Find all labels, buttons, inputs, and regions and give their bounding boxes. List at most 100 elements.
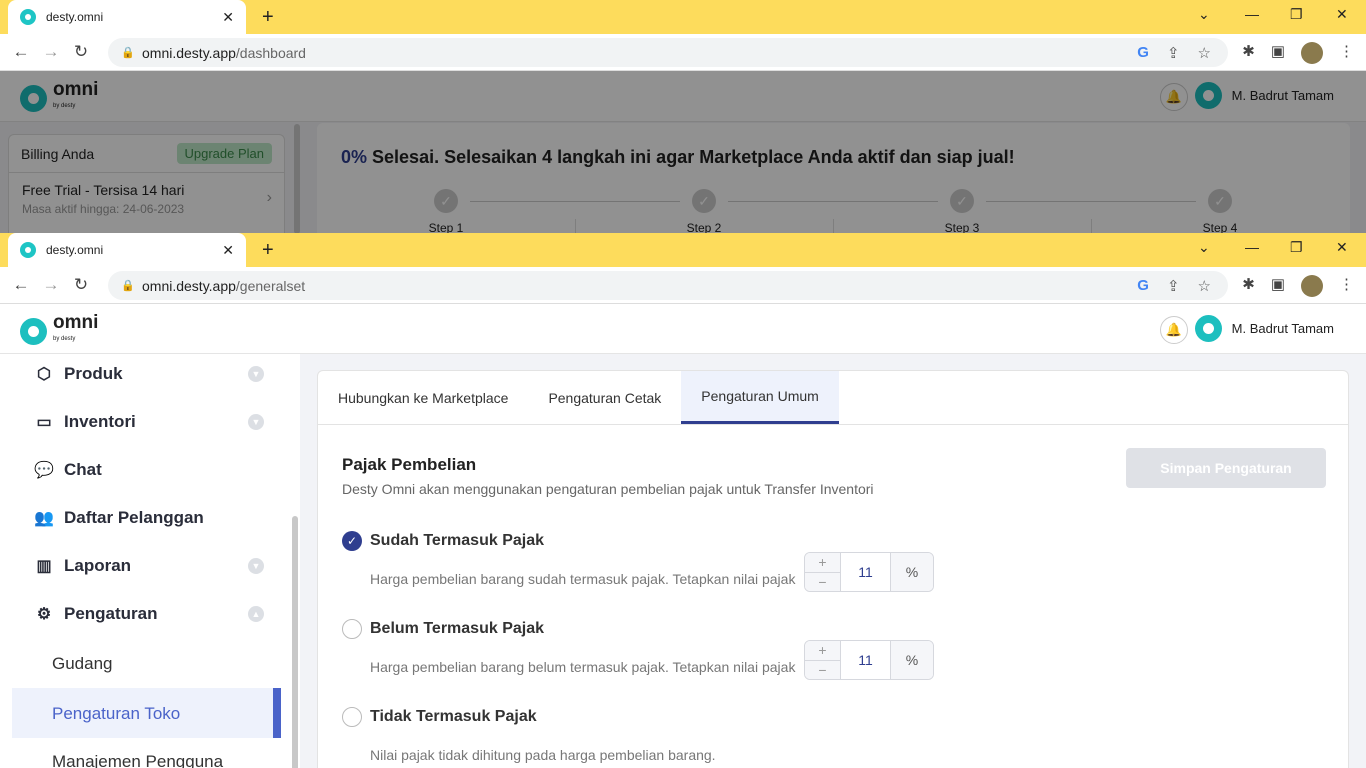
increment-button[interactable]: + [805,641,840,661]
sidebar: ⬡ Produk ▼ ▭ Inventori ▼ 💬 Chat 👥 Daftar Pelan… [0,354,300,768]
sidebar-label: Produk [64,364,123,383]
address-bar-row: ← → ↻ 🔒 omni.desty.app/dashboard G ⇪ ☆ ✱ ▣ ⋮ [0,34,1366,71]
lock-icon: 🔒 [121,47,135,59]
profile-avatar[interactable] [1301,275,1323,297]
tax-option-description: Harga pembelian barang belum termasuk pa… [370,659,796,675]
share-icon[interactable]: ⇪ [1167,44,1180,62]
url-path: /generalset [235,277,306,294]
forward-icon[interactable]: → [36,275,66,295]
sidebar-item-laporan[interactable]: ▥ Laporan ▼ [34,556,264,576]
tax-rate-stepper: + − 11 % [804,552,934,592]
tab-title: desty.omni [46,10,104,24]
google-icon[interactable]: G [1137,44,1149,61]
bar-chart-icon: ▥ [36,558,52,575]
tax-option-description: Harga pembelian barang sudah termasuk pa… [370,571,796,587]
new-tab-button[interactable]: + [262,6,274,29]
menu-icon[interactable]: ⋮ [1339,42,1354,64]
logo-sub: by desty [53,336,76,342]
restore-button[interactable]: ❐ [1290,239,1303,256]
sidebar-subitem-manajemen-pengguna[interactable]: Manajemen Pengguna [52,752,223,768]
logo-text: omni [53,312,99,333]
sidebar-label: Chat [64,460,102,479]
bell-icon[interactable]: 🔔 [1160,316,1188,344]
minimize-button[interactable]: — [1245,239,1259,255]
favicon-icon [20,9,36,25]
front-browser-window: desty.omni ✕ + ⌄ — ❐ ✕ ← → ↻ 🔒 omni.desty.… [0,233,1366,768]
tax-rate-input[interactable]: 11 [841,553,891,591]
sidebar-scrollbar[interactable] [292,516,298,768]
chat-icon: 💬 [34,462,54,479]
profile-avatar[interactable] [1301,42,1323,64]
favicon-icon [20,242,36,258]
sidebar-subitem-pengaturan-toko[interactable]: Pengaturan Toko [12,688,281,738]
modal-overlay [0,71,1366,233]
bookmark-star-icon[interactable]: ☆ [1198,44,1211,62]
minimize-button[interactable]: — [1245,6,1259,22]
tax-option-radio[interactable] [342,619,362,639]
forward-icon[interactable]: → [36,42,66,62]
user-menu[interactable]: M. Badrut Tamam [1194,315,1334,342]
percent-unit: % [891,553,933,591]
dropdown-icon[interactable]: ⌄ [1198,6,1210,23]
extensions-icon[interactable]: ✱ [1242,42,1255,64]
google-icon[interactable]: G [1137,277,1149,294]
sidebar-item-produk[interactable]: ⬡ Produk ▼ [34,364,264,384]
save-settings-button[interactable]: Simpan Pengaturan [1126,448,1326,488]
lock-icon: 🔒 [121,280,135,292]
section-description: Desty Omni akan menggunakan pengaturan p… [342,481,874,497]
decrement-button[interactable]: − [805,573,840,591]
decrement-button[interactable]: − [805,661,840,679]
tax-option-radio[interactable]: ✓ [342,531,362,551]
users-icon: 👥 [34,510,54,527]
chevron-down-icon: ▼ [248,414,264,430]
tab-pengaturan-cetak[interactable]: Pengaturan Cetak [528,371,681,424]
percent-unit: % [891,641,933,679]
tax-rate-input[interactable]: 11 [841,641,891,679]
back-browser-window: desty.omni ✕ + ⌄ — ❐ ✕ ← → ↻ 🔒 omni.desty.… [0,0,1366,233]
close-tab-icon[interactable]: ✕ [222,242,234,259]
back-icon[interactable]: ← [6,275,36,295]
bookmark-star-icon[interactable]: ☆ [1198,277,1211,295]
back-icon[interactable]: ← [6,42,36,62]
close-window-button[interactable]: ✕ [1336,239,1348,256]
browser-tab[interactable]: desty.omni ✕ [8,233,246,267]
tab-pengaturan-umum[interactable]: Pengaturan Umum [681,371,839,424]
tax-rate-stepper: + − 11 % [804,640,934,680]
sidepanel-icon[interactable]: ▣ [1271,275,1285,297]
share-icon[interactable]: ⇪ [1167,277,1180,295]
user-name: M. Badrut Tamam [1231,321,1334,336]
reload-icon[interactable]: ↻ [66,42,96,62]
tab-hubungkan-marketplace[interactable]: Hubungkan ke Marketplace [318,371,528,424]
dropdown-icon[interactable]: ⌄ [1198,239,1210,256]
sidebar-item-inventori[interactable]: ▭ Inventori ▼ [34,412,264,432]
dashboard-page: omni by desty 🔔 M. Badrut Tamam Billing A… [0,71,1366,233]
increment-button[interactable]: + [805,553,840,573]
sidebar-item-daftar-pelanggan[interactable]: 👥 Daftar Pelanggan [34,508,264,528]
new-tab-button[interactable]: + [262,239,274,262]
sidebar-item-pengaturan[interactable]: ⚙ Pengaturan ▲ [34,604,264,624]
gear-icon: ⚙ [36,606,52,623]
reload-icon[interactable]: ↻ [66,275,96,295]
menu-icon[interactable]: ⋮ [1339,275,1354,297]
sidebar-item-chat[interactable]: 💬 Chat [34,460,264,480]
url-input[interactable]: 🔒 omni.desty.app/generalset [108,271,1228,300]
sidepanel-icon[interactable]: ▣ [1271,42,1285,64]
tax-option-radio[interactable] [342,707,362,727]
tax-option-label[interactable]: Tidak Termasuk Pajak [370,708,537,726]
extensions-icon[interactable]: ✱ [1242,275,1255,297]
url-host: omni.desty.app [142,44,236,61]
close-tab-icon[interactable]: ✕ [222,9,234,26]
tab-title: desty.omni [46,243,104,257]
restore-button[interactable]: ❐ [1290,6,1303,23]
tax-option-label[interactable]: Sudah Termasuk Pajak [370,532,544,550]
sidebar-subitem-gudang[interactable]: Gudang [52,654,113,674]
browser-tab[interactable]: desty.omni ✕ [8,0,246,34]
settings-card: Hubungkan ke Marketplace Pengaturan Ceta… [317,370,1349,768]
chevron-down-icon: ▼ [248,366,264,382]
tax-option-label[interactable]: Belum Termasuk Pajak [370,620,544,638]
close-window-button[interactable]: ✕ [1336,6,1348,23]
url-host: omni.desty.app [142,277,236,294]
tab-bar: Hubungkan ke Marketplace Pengaturan Ceta… [318,371,1348,425]
chevron-up-icon: ▲ [248,606,264,622]
url-input[interactable]: 🔒 omni.desty.app/dashboard [108,38,1228,67]
